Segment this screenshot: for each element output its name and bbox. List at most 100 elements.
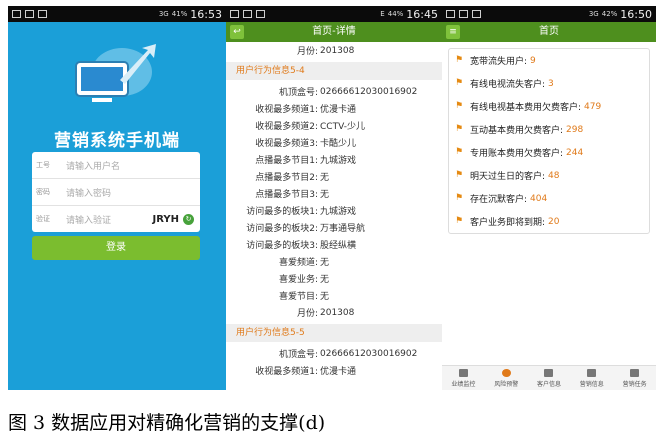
detail-value: 九城游戏 bbox=[320, 207, 357, 217]
alert-list: ⚑ 宽带流失用户: 9 ⚑ 有线电视流失客户: 3 ⚑ 有线电视基本费用欠费客户: 479 ⚑ 互动… bbox=[448, 48, 650, 234]
network-type: 3G bbox=[158, 10, 169, 18]
detail-row: 收视最多频道2: CCTV-少儿 bbox=[226, 117, 442, 134]
detail-label: 收视最多频道1: bbox=[255, 105, 318, 115]
title-bar: ↩ 首页-详情 bbox=[226, 22, 442, 42]
detail-value: 无 bbox=[320, 275, 330, 285]
detail-value: 九城游戏 bbox=[320, 156, 357, 166]
detail-list: 月份: 201308 用户行为信息5-4 机顶盒号: 02666612030016… bbox=[226, 42, 442, 390]
detail-value: 万事通导航 bbox=[320, 224, 366, 234]
detail-label: 机顶盒号: bbox=[278, 88, 318, 98]
detail-row: 访问最多的板块2: 万事通导航 bbox=[226, 219, 442, 236]
nav-item[interactable]: 业绩监控 bbox=[442, 366, 485, 390]
item-label: 有线电视流失客户: bbox=[470, 80, 546, 90]
list-item[interactable]: ⚑ 有线电视流失客户: 3 bbox=[449, 72, 649, 95]
password-row[interactable]: 密码 请输入密码 bbox=[32, 179, 200, 206]
flag-icon: ⚑ bbox=[455, 147, 464, 157]
clock: 16:50 bbox=[620, 7, 652, 21]
item-count: 9 bbox=[530, 55, 536, 66]
detail-label: 收视最多频道3: bbox=[255, 139, 318, 149]
nav-icon bbox=[544, 368, 554, 377]
mail-icon bbox=[256, 10, 265, 18]
detail-value: 优漫卡通 bbox=[320, 105, 357, 115]
nav-item[interactable]: 客户信息 bbox=[528, 366, 571, 390]
menu-icon[interactable]: ≡ bbox=[446, 25, 460, 39]
detail-value: 02666612030016902 bbox=[320, 86, 418, 97]
detail-screen: E 44% 16:45 ↩ 首页-详情 月份: 201308 用户行为信息5-4… bbox=[226, 6, 442, 390]
detail-row: 收视最多频道1: 优漫卡通 bbox=[226, 362, 442, 379]
bottom-nav: 业绩监控 风险预警 客户信息 营销信息 营销任务 bbox=[442, 365, 656, 390]
detail-row: 点播最多节目3: 无 bbox=[226, 185, 442, 202]
item-label: 存在沉默客户: bbox=[470, 195, 528, 205]
detail-label: 喜爱节目: bbox=[278, 292, 318, 302]
detail-row: 点播最多节目2: 无 bbox=[226, 168, 442, 185]
refresh-icon[interactable]: ↻ bbox=[183, 213, 194, 225]
password-label: 密码 bbox=[36, 188, 50, 196]
detail-label: 点播最多节目2: bbox=[255, 173, 318, 183]
back-icon[interactable]: ↩ bbox=[230, 25, 244, 39]
detail-value: 优漫卡通 bbox=[320, 367, 357, 377]
list-item[interactable]: ⚑ 有线电视基本费用欠费客户: 479 bbox=[449, 95, 649, 118]
detail-value: 无 bbox=[320, 258, 330, 268]
nav-icon bbox=[458, 368, 468, 377]
captcha-code: JRYH bbox=[152, 213, 179, 225]
clock: 16:53 bbox=[190, 7, 222, 21]
item-label: 宽带流失用户: bbox=[470, 57, 528, 67]
item-label: 互动基本费用欠费客户: bbox=[470, 126, 564, 136]
username-input[interactable]: 请输入用户名 bbox=[66, 159, 200, 172]
list-item[interactable]: ⚑ 客户业务即将到期: 20 bbox=[449, 210, 649, 233]
captcha-input[interactable]: 请输入验证 bbox=[66, 213, 153, 226]
usb-icon bbox=[446, 10, 455, 18]
detail-row: 收视最多频道3: 卡酷少儿 bbox=[226, 134, 442, 151]
nav-item[interactable]: 营销任务 bbox=[613, 366, 656, 390]
detail-label: 访问最多的板块3: bbox=[246, 241, 318, 251]
detail-row: 喜爱业务: 无 bbox=[226, 270, 442, 287]
item-count: 20 bbox=[548, 216, 560, 227]
detail-row: 访问最多的板块1: 九城游戏 bbox=[226, 202, 442, 219]
detail-row: 月份: 201308 bbox=[226, 304, 442, 321]
figure-caption: 图 3 数据应用对精确化营销的支撑(d) bbox=[8, 412, 326, 434]
list-item[interactable]: ⚑ 宽带流失用户: 9 bbox=[449, 49, 649, 72]
list-item[interactable]: ⚑ 专用账本费用欠费客户: 244 bbox=[449, 141, 649, 164]
network-type: 3G bbox=[588, 10, 599, 18]
nav-icon bbox=[501, 368, 511, 377]
detail-value: 卡酷少儿 bbox=[320, 139, 357, 149]
battery-level: 44% bbox=[387, 10, 404, 18]
battery-level: 41% bbox=[171, 10, 188, 18]
login-button[interactable]: 登录 bbox=[32, 236, 200, 260]
nav-label: 业绩监控 bbox=[451, 380, 476, 388]
nav-label: 风险预警 bbox=[494, 380, 519, 388]
item-count: 298 bbox=[566, 124, 584, 135]
login-form: 工号 请输入用户名 密码 请输入密码 验证 请输入验证 JRYH ↻ bbox=[32, 152, 200, 232]
item-label: 客户业务即将到期: bbox=[470, 218, 546, 228]
tv-logo-icon bbox=[70, 42, 160, 112]
item-label: 专用账本费用欠费客户: bbox=[470, 149, 564, 159]
detail-label: 点播最多节目1: bbox=[255, 156, 318, 166]
username-row[interactable]: 工号 请输入用户名 bbox=[32, 152, 200, 179]
detail-value: CCTV-少儿 bbox=[320, 122, 365, 132]
image-icon bbox=[243, 10, 252, 18]
image-icon bbox=[25, 10, 34, 18]
list-item[interactable]: ⚑ 明天过生日的客户: 48 bbox=[449, 164, 649, 187]
password-input[interactable]: 请输入密码 bbox=[66, 186, 200, 199]
nav-item[interactable]: 营销信息 bbox=[570, 366, 613, 390]
detail-label: 机顶盒号: bbox=[278, 350, 318, 360]
network-type: E bbox=[380, 10, 385, 18]
list-item[interactable]: ⚑ 互动基本费用欠费客户: 298 bbox=[449, 118, 649, 141]
detail-row: 喜爱节目: 无 bbox=[226, 287, 442, 304]
flag-icon: ⚑ bbox=[455, 55, 464, 65]
usb-icon bbox=[230, 10, 239, 18]
detail-label: 收视最多频道2: bbox=[255, 122, 318, 132]
detail-row: 月份: 201308 bbox=[226, 42, 442, 59]
status-bar: 3G 41% 16:53 bbox=[8, 6, 226, 22]
nav-label: 营销任务 bbox=[622, 380, 647, 388]
detail-label: 月份: bbox=[296, 47, 318, 57]
list-item[interactable]: ⚑ 存在沉默客户: 404 bbox=[449, 187, 649, 210]
mail-icon bbox=[38, 10, 47, 18]
nav-item[interactable]: 风险预警 bbox=[485, 366, 528, 390]
item-count: 3 bbox=[548, 78, 554, 89]
detail-label: 访问最多的板块1: bbox=[246, 207, 318, 217]
captcha-row[interactable]: 验证 请输入验证 JRYH ↻ bbox=[32, 206, 200, 232]
nav-icon bbox=[630, 368, 640, 377]
detail-value: 股经纵横 bbox=[320, 241, 357, 251]
flag-icon: ⚑ bbox=[455, 193, 464, 203]
